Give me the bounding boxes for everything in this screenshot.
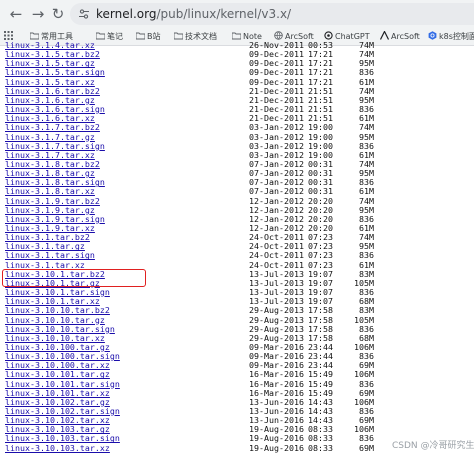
bookmark-label: k8s控制面 [439,32,474,41]
file-link[interactable]: linux-3.10.10.tar.bz2 [5,306,110,315]
file-date: 19-Aug-2016 [249,442,304,453]
reload-icon[interactable]: ↻ [48,4,68,24]
k8s-icon [428,31,437,40]
folder-icon [174,32,183,40]
url-path: /pub/linux/kernel/v3.x/ [156,7,292,21]
address-bar[interactable]: kernel.org/pub/linux/kernel/v3.x/ [70,3,474,25]
bookmark-label: ChatGPT [335,32,370,41]
bookmark-label: 技术文档 [185,32,217,41]
watermark: CSDN @冷哥研究生 [392,441,474,451]
file-time: 08:33 [308,442,333,453]
file-time: 19:00 [308,122,333,133]
folder-icon [136,32,145,40]
bookmark-label: 笔记 [107,32,123,41]
table-row: linux-3.1.7.tar.bz2 03-Jan-2012 19:00 74M [0,123,474,132]
file-size: 69M [359,442,374,453]
back-arrow-icon[interactable]: ← [6,4,26,24]
file-link[interactable]: linux-3.1.7.tar.bz2 [5,123,100,132]
site-info-icon[interactable] [78,8,90,20]
bookmark-label: 常用工具 [41,32,73,41]
file-date: 29-Aug-2013 [249,305,304,316]
directory-listing: linux-3.1.4.tar.xz 26-Nov-2011 00:53 74M lin… [0,42,474,454]
file-size: 83M [359,305,374,316]
bookmark-label: Note [243,32,262,41]
bookmark-label: B站 [147,32,161,41]
globe-icon [274,31,283,40]
folder-icon [232,32,241,40]
file-time: 17:58 [308,305,333,316]
forward-arrow-icon[interactable]: → [28,4,48,24]
url-text: kernel.org/pub/linux/kernel/v3.x/ [96,3,291,25]
browser-toolbar: ← → ↻ kernel.org/pub/linux/kernel/v3.x/ [0,0,474,28]
file-size: 74M [359,122,374,133]
file-date: 03-Jan-2012 [249,122,304,133]
table-row: linux-3.10.10.tar.bz2 29-Aug-2013 17:58 83M [0,306,474,315]
arcsoft-icon [380,31,389,40]
folder-icon [96,32,105,40]
bookmark-label: ArcSoft [391,32,420,41]
url-host: kernel.org [96,7,157,21]
file-link[interactable]: linux-3.10.103.tar.xz [5,443,110,453]
highlight-annotation-box [2,269,146,287]
openai-icon [324,31,333,40]
folder-icon [30,32,39,40]
bookmark-label: ArcSoft [285,32,314,41]
